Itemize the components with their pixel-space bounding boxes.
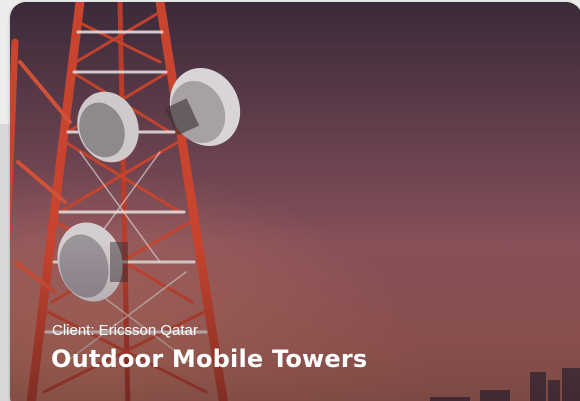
project-title[interactable]: Outdoor Mobile Towers [51,345,367,373]
page: Client: Ericsson Qatar Outdoor Mobile To… [0,0,580,401]
project-card[interactable]: Client: Ericsson Qatar Outdoor Mobile To… [10,2,580,401]
client-label: Client: Ericsson Qatar [52,322,198,339]
